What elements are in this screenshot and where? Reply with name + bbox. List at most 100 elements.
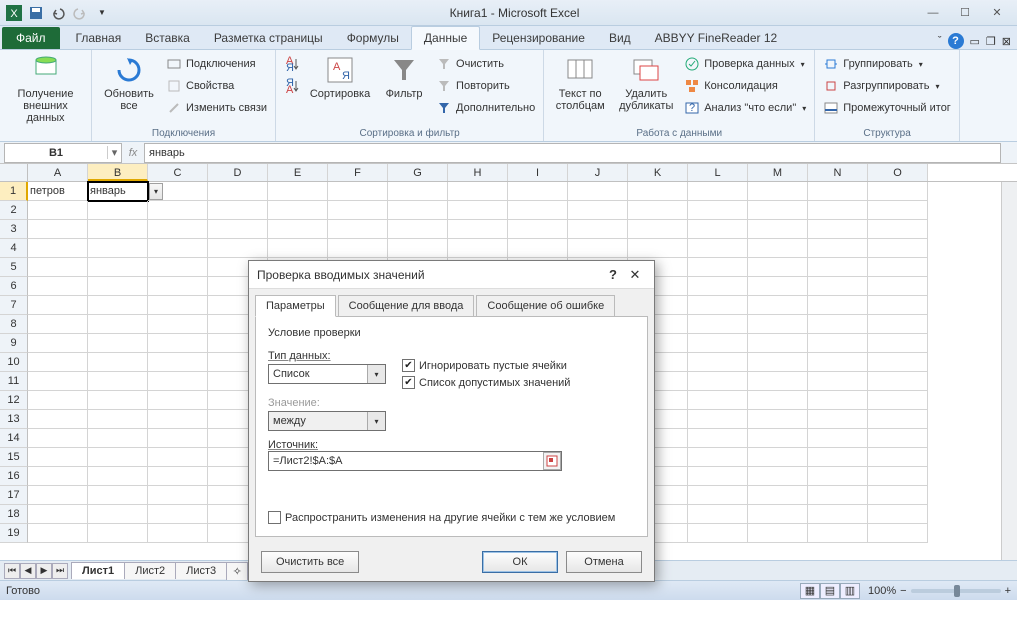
cell[interactable] — [88, 201, 148, 220]
column-header[interactable]: J — [568, 164, 628, 181]
cell[interactable] — [868, 467, 928, 486]
cell[interactable] — [808, 372, 868, 391]
cell[interactable] — [628, 239, 688, 258]
cell[interactable]: январь — [88, 182, 148, 201]
cell[interactable] — [148, 486, 208, 505]
cell[interactable] — [208, 239, 268, 258]
cell[interactable] — [868, 277, 928, 296]
zoom-in-icon[interactable]: + — [1005, 585, 1011, 597]
cell[interactable] — [328, 201, 388, 220]
close-button[interactable]: ✕ — [983, 4, 1011, 22]
cell[interactable] — [808, 410, 868, 429]
qat-dropdown-icon[interactable]: ▼ — [92, 3, 112, 23]
cell[interactable] — [28, 410, 88, 429]
row-header[interactable]: 18 — [0, 505, 28, 524]
sheet-nav-first-icon[interactable]: ⏮ — [4, 563, 20, 579]
cell[interactable] — [28, 391, 88, 410]
subtotal-button[interactable]: Промежуточный итог — [821, 98, 953, 118]
cell[interactable] — [388, 182, 448, 201]
document-restore-icon[interactable]: ❐ — [986, 35, 996, 48]
column-header[interactable]: E — [268, 164, 328, 181]
cell[interactable] — [148, 505, 208, 524]
cell[interactable] — [88, 334, 148, 353]
cell[interactable] — [148, 524, 208, 543]
cell[interactable] — [208, 201, 268, 220]
cell[interactable] — [688, 258, 748, 277]
cell[interactable] — [748, 220, 808, 239]
cell[interactable] — [148, 391, 208, 410]
row-header[interactable]: 16 — [0, 467, 28, 486]
tab-insert[interactable]: Вставка — [133, 27, 202, 49]
cell[interactable] — [868, 353, 928, 372]
source-input[interactable]: =Лист2!$A:$A — [268, 451, 562, 471]
cell[interactable] — [88, 239, 148, 258]
cell[interactable] — [328, 182, 388, 201]
cell[interactable] — [748, 486, 808, 505]
cell[interactable] — [868, 182, 928, 201]
cell[interactable] — [568, 182, 628, 201]
name-box[interactable]: B1 ▾ — [4, 143, 122, 163]
cell[interactable] — [868, 239, 928, 258]
tab-home[interactable]: Главная — [64, 27, 134, 49]
cell[interactable] — [748, 505, 808, 524]
data-validation-button[interactable]: Проверка данных▾ — [682, 54, 808, 74]
ignore-blank-checkbox[interactable]: Игнорировать пустые ячейки — [402, 359, 570, 372]
cell[interactable] — [208, 220, 268, 239]
cell[interactable] — [88, 429, 148, 448]
connections-button[interactable]: Подключения — [164, 54, 269, 74]
column-header[interactable]: F — [328, 164, 388, 181]
row-header[interactable]: 14 — [0, 429, 28, 448]
consolidate-button[interactable]: Консолидация — [682, 76, 808, 96]
cell[interactable] — [808, 353, 868, 372]
cell[interactable] — [808, 505, 868, 524]
cell[interactable] — [88, 277, 148, 296]
cell[interactable] — [88, 391, 148, 410]
dialog-tab-error-msg[interactable]: Сообщение об ошибке — [476, 295, 615, 317]
cell[interactable] — [808, 486, 868, 505]
row-header[interactable]: 13 — [0, 410, 28, 429]
ok-button[interactable]: ОК — [482, 551, 558, 573]
cell[interactable] — [28, 524, 88, 543]
cell[interactable] — [868, 391, 928, 410]
cell[interactable] — [148, 220, 208, 239]
cell[interactable] — [388, 220, 448, 239]
cell[interactable] — [748, 334, 808, 353]
sheet-nav-prev-icon[interactable]: ◀ — [20, 563, 36, 579]
propagate-checkbox[interactable]: Распространить изменения на другие ячейк… — [268, 511, 635, 524]
cell[interactable] — [808, 334, 868, 353]
cell[interactable] — [808, 182, 868, 201]
row-header[interactable]: 19 — [0, 524, 28, 543]
row-header[interactable]: 4 — [0, 239, 28, 258]
get-external-data-button[interactable]: Получение внешних данных — [6, 52, 85, 126]
column-header[interactable]: C — [148, 164, 208, 181]
cell[interactable] — [28, 239, 88, 258]
cell[interactable] — [868, 486, 928, 505]
row-header[interactable]: 6 — [0, 277, 28, 296]
cell[interactable] — [508, 201, 568, 220]
help-icon[interactable]: ? — [948, 33, 964, 49]
cell[interactable] — [748, 372, 808, 391]
range-picker-icon[interactable] — [543, 452, 561, 470]
cell[interactable] — [88, 467, 148, 486]
cancel-button[interactable]: Отмена — [566, 551, 642, 573]
row-header[interactable]: 1 — [0, 182, 28, 201]
page-break-view-icon[interactable]: ▥ — [840, 583, 860, 599]
window-restore-icon[interactable]: ▭ — [970, 35, 980, 48]
cell[interactable] — [688, 182, 748, 201]
column-header[interactable]: L — [688, 164, 748, 181]
remove-duplicates-button[interactable]: Удалить дубликаты — [614, 52, 678, 114]
column-header[interactable]: H — [448, 164, 508, 181]
minimize-button[interactable]: — — [919, 4, 947, 22]
cell[interactable] — [568, 201, 628, 220]
text-to-columns-button[interactable]: Текст по столбцам — [550, 52, 610, 114]
cell[interactable] — [268, 182, 328, 201]
sheet-nav-last-icon[interactable]: ⏭ — [52, 563, 68, 579]
cell[interactable] — [688, 372, 748, 391]
cell[interactable] — [88, 505, 148, 524]
cell[interactable] — [568, 220, 628, 239]
cell[interactable] — [28, 448, 88, 467]
tab-review[interactable]: Рецензирование — [480, 27, 597, 49]
row-header[interactable]: 5 — [0, 258, 28, 277]
cell[interactable] — [148, 201, 208, 220]
cell[interactable] — [148, 448, 208, 467]
